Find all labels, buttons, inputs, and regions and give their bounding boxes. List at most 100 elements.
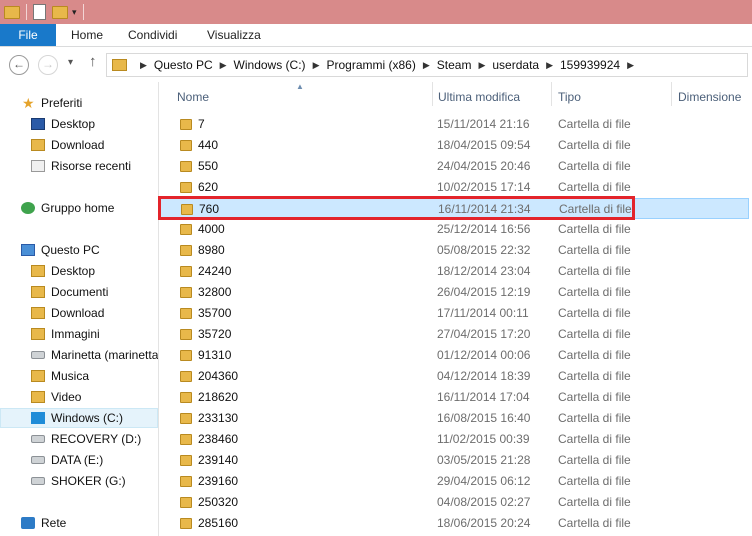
chevron-right-icon[interactable]: ▶ bbox=[478, 60, 485, 71]
nav-pc-music[interactable]: Musica bbox=[0, 366, 158, 386]
navigation-bar: ← → ▾ ↑ ▶ Questo PC ▶ Windows (C:) ▶ Progr… bbox=[0, 47, 752, 81]
table-row[interactable]: 24240 18/12/2014 23:04 Cartella di file bbox=[159, 261, 749, 282]
nav-fav-recent[interactable]: Risorse recenti bbox=[0, 156, 158, 176]
forward-button[interactable]: → bbox=[38, 55, 58, 75]
table-row[interactable]: 35720 27/04/2015 17:20 Cartella di file bbox=[159, 324, 749, 345]
table-row[interactable]: 440 18/04/2015 09:54 Cartella di file bbox=[159, 135, 749, 156]
back-button[interactable]: ← bbox=[9, 55, 29, 75]
desktop-icon bbox=[31, 118, 45, 130]
breadcrumb-user-id[interactable]: 159939924 bbox=[560, 58, 620, 72]
file-name: 550 bbox=[198, 159, 219, 173]
file-type: Cartella di file bbox=[558, 117, 631, 131]
tab-share[interactable]: Condividi bbox=[128, 24, 177, 46]
customize-toolbar-icon[interactable]: ▾ bbox=[72, 7, 77, 18]
folder-icon[interactable] bbox=[4, 5, 20, 19]
nav-pc-pictures[interactable]: Immagini bbox=[0, 324, 158, 344]
breadcrumb-this-pc[interactable]: Questo PC bbox=[154, 58, 213, 72]
nav-network[interactable]: Rete bbox=[0, 513, 158, 533]
column-header-name[interactable]: Nome bbox=[177, 82, 209, 110]
chevron-right-icon[interactable]: ▶ bbox=[627, 60, 634, 71]
table-row[interactable]: 620 10/02/2015 17:14 Cartella di file bbox=[159, 177, 749, 198]
folder-icon bbox=[180, 434, 192, 445]
table-row[interactable]: 239160 29/04/2015 06:12 Cartella di file bbox=[159, 471, 749, 492]
folder-icon bbox=[180, 266, 192, 277]
nav-pc-recovery-d[interactable]: RECOVERY (D:) bbox=[0, 429, 158, 449]
chevron-right-icon[interactable]: ▶ bbox=[546, 60, 553, 71]
properties-icon[interactable] bbox=[33, 4, 46, 20]
nav-pc-documents[interactable]: Documenti bbox=[0, 282, 158, 302]
tab-file[interactable]: File bbox=[0, 24, 56, 46]
table-row[interactable]: 8980 05/08/2015 22:32 Cartella di file bbox=[159, 240, 749, 261]
table-row[interactable]: 233130 16/08/2015 16:40 Cartella di file bbox=[159, 408, 749, 429]
file-modified: 18/04/2015 09:54 bbox=[437, 138, 531, 152]
table-row[interactable]: 760 16/11/2014 21:34 Cartella di file bbox=[159, 198, 749, 219]
file-modified: 15/11/2014 21:16 bbox=[437, 117, 530, 131]
column-header-size[interactable]: Dimensione bbox=[678, 82, 741, 110]
breadcrumb-userdata[interactable]: userdata bbox=[492, 58, 539, 72]
file-name: 218620 bbox=[198, 390, 239, 404]
nav-fav-download[interactable]: Download bbox=[0, 135, 158, 155]
music-folder-icon bbox=[31, 370, 45, 382]
table-row[interactable]: 91310 01/12/2014 00:06 Cartella di file bbox=[159, 345, 749, 366]
file-type: Cartella di file bbox=[558, 432, 631, 446]
file-modified: 10/02/2015 17:14 bbox=[437, 180, 531, 194]
windows-drive-icon bbox=[31, 412, 45, 424]
chevron-right-icon[interactable]: ▶ bbox=[220, 60, 227, 71]
file-type: Cartella di file bbox=[558, 348, 631, 362]
address-bar[interactable]: ▶ Questo PC ▶ Windows (C:) ▶ Programmi (x8… bbox=[106, 53, 748, 77]
nav-label: Desktop bbox=[51, 264, 96, 278]
column-header-type[interactable]: Tipo bbox=[558, 82, 581, 110]
nav-favorites[interactable]: ★ Preferiti bbox=[0, 93, 158, 113]
nav-pc-desktop[interactable]: Desktop bbox=[0, 261, 158, 281]
file-modified: 17/11/2014 00:11 bbox=[437, 306, 529, 320]
sort-ascending-icon: ▲ bbox=[296, 82, 304, 91]
nav-pc-shoker-g[interactable]: SHOKER (G:) bbox=[0, 471, 158, 491]
nav-pc-windows-c[interactable]: Windows (C:) bbox=[0, 408, 158, 428]
tab-view[interactable]: Visualizza bbox=[207, 24, 261, 46]
file-modified: 16/08/2015 16:40 bbox=[437, 411, 531, 425]
column-divider[interactable] bbox=[432, 82, 433, 106]
chevron-right-icon[interactable]: ▶ bbox=[423, 60, 430, 71]
column-header-modified[interactable]: Ultima modifica bbox=[438, 82, 520, 110]
folder-icon bbox=[180, 308, 192, 319]
table-row[interactable]: 204360 04/12/2014 18:39 Cartella di file bbox=[159, 366, 749, 387]
table-row[interactable]: 32800 26/04/2015 12:19 Cartella di file bbox=[159, 282, 749, 303]
nav-pc-video[interactable]: Video bbox=[0, 387, 158, 407]
column-divider[interactable] bbox=[551, 82, 552, 106]
drive-icon bbox=[31, 435, 45, 443]
folder-icon bbox=[112, 59, 127, 71]
file-list: ▲ Nome Ultima modifica Tipo Dimensione 7… bbox=[159, 82, 752, 536]
table-row[interactable]: 35700 17/11/2014 00:11 Cartella di file bbox=[159, 303, 749, 324]
table-row[interactable]: 218620 16/11/2014 17:04 Cartella di file bbox=[159, 387, 749, 408]
nav-pc-download[interactable]: Download bbox=[0, 303, 158, 323]
table-row[interactable]: 239140 03/05/2015 21:28 Cartella di file bbox=[159, 450, 749, 471]
breadcrumb-windows-c[interactable]: Windows (C:) bbox=[234, 58, 306, 72]
nav-label: Windows (C:) bbox=[51, 411, 124, 425]
chevron-right-icon[interactable]: ▶ bbox=[140, 60, 147, 71]
table-row[interactable]: 550 24/04/2015 20:46 Cartella di file bbox=[159, 156, 749, 177]
table-row[interactable]: 285160 18/06/2015 20:24 Cartella di file bbox=[159, 513, 749, 534]
table-row[interactable]: 4000 25/12/2014 16:56 Cartella di file bbox=[159, 219, 749, 240]
star-icon: ★ bbox=[22, 95, 35, 111]
nav-this-pc[interactable]: Questo PC bbox=[0, 240, 158, 260]
column-divider[interactable] bbox=[671, 82, 672, 106]
table-row[interactable]: 238460 11/02/2015 00:39 Cartella di file bbox=[159, 429, 749, 450]
nav-pc-network-drive[interactable]: Marinetta (marinetta bbox=[0, 345, 158, 365]
nav-pc-data-e[interactable]: DATA (E:) bbox=[0, 450, 158, 470]
file-type: Cartella di file bbox=[558, 222, 631, 236]
file-modified: 27/04/2015 17:20 bbox=[437, 327, 531, 341]
recent-locations-icon[interactable]: ▾ bbox=[68, 57, 73, 68]
up-icon[interactable]: ↑ bbox=[89, 53, 97, 70]
breadcrumb-program-files[interactable]: Programmi (x86) bbox=[326, 58, 415, 72]
file-name: 24240 bbox=[198, 264, 232, 278]
table-row[interactable]: 250320 04/08/2015 02:27 Cartella di file bbox=[159, 492, 749, 513]
new-folder-icon[interactable] bbox=[52, 5, 68, 19]
file-type: Cartella di file bbox=[558, 369, 631, 383]
nav-label: Gruppo home bbox=[41, 201, 115, 215]
chevron-right-icon[interactable]: ▶ bbox=[313, 60, 320, 71]
breadcrumb-steam[interactable]: Steam bbox=[437, 58, 472, 72]
nav-homegroup[interactable]: Gruppo home bbox=[0, 198, 158, 218]
table-row[interactable]: 7 15/11/2014 21:16 Cartella di file bbox=[159, 114, 749, 135]
nav-fav-desktop[interactable]: Desktop bbox=[0, 114, 158, 134]
tab-home[interactable]: Home bbox=[71, 24, 103, 46]
